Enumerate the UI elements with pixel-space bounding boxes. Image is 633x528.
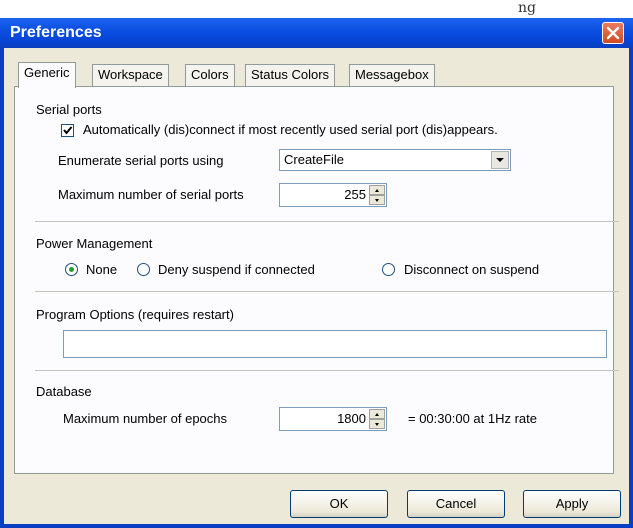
separator	[35, 370, 619, 371]
auto-connect-checkbox[interactable]	[61, 124, 74, 137]
spin-up-button[interactable]	[369, 185, 385, 195]
radio-selected-dot	[69, 267, 74, 272]
tab-generic[interactable]: Generic	[18, 62, 76, 88]
program-options-input[interactable]	[63, 330, 607, 358]
max-epochs-spinbox[interactable]: 1800	[279, 407, 387, 431]
section-serial-ports: Serial ports	[36, 102, 102, 117]
apply-button[interactable]: Apply	[523, 490, 621, 518]
separator	[35, 291, 619, 292]
checkmark-icon	[63, 126, 73, 135]
section-program-options: Program Options (requires restart)	[36, 307, 234, 322]
dropdown-arrow-button[interactable]	[491, 151, 509, 169]
spin-down-button[interactable]	[369, 419, 385, 429]
chevron-down-icon	[496, 158, 504, 162]
tab-status-colors[interactable]: Status Colors	[245, 64, 336, 86]
spin-down-button[interactable]	[369, 195, 385, 205]
ok-button[interactable]: OK	[290, 490, 388, 518]
radio-deny-suspend-label[interactable]: Deny suspend if connected	[158, 262, 315, 278]
max-ports-label: Maximum number of serial ports	[58, 187, 244, 202]
radio-none[interactable]	[65, 263, 78, 276]
tab-messagebox[interactable]: Messagebox	[349, 64, 435, 86]
max-epochs-label: Maximum number of epochs	[63, 411, 228, 426]
radio-disconnect-on-suspend-label[interactable]: Disconnect on suspend	[404, 262, 539, 278]
spin-buttons	[369, 409, 385, 429]
radio-disconnect-on-suspend[interactable]	[382, 263, 395, 276]
radio-none-label[interactable]: None	[86, 262, 117, 278]
enumerate-combobox[interactable]: CreateFile	[279, 149, 511, 171]
background-text-fragment: ng	[518, 0, 536, 16]
arrow-down-icon	[375, 423, 379, 426]
enumerate-value: CreateFile	[284, 152, 344, 167]
preferences-dialog: Preferences Generic Workspace Colors Sta…	[0, 18, 633, 528]
section-database: Database	[36, 384, 92, 399]
cancel-button[interactable]: Cancel	[407, 490, 505, 518]
close-icon	[606, 26, 620, 40]
arrow-up-icon	[375, 413, 379, 416]
tab-workspace[interactable]: Workspace	[92, 64, 169, 86]
arrow-down-icon	[375, 199, 379, 202]
spin-up-button[interactable]	[369, 409, 385, 419]
spin-buttons	[369, 185, 385, 205]
title-bar[interactable]: Preferences	[0, 18, 633, 48]
window-title: Preferences	[10, 24, 102, 41]
background-strip: ng	[0, 0, 633, 18]
separator	[35, 221, 619, 222]
max-epochs-value[interactable]: 1800	[337, 411, 366, 426]
dialog-client-area: Generic Workspace Colors Status Colors M…	[4, 48, 629, 524]
section-power-management: Power Management	[36, 236, 153, 251]
radio-deny-suspend[interactable]	[137, 263, 150, 276]
tab-panel-generic: Serial ports Automatically (dis)connect …	[14, 86, 619, 474]
tab-colors[interactable]: Colors	[185, 64, 235, 86]
arrow-up-icon	[375, 189, 379, 192]
max-ports-spinbox[interactable]: 255	[279, 183, 387, 207]
max-ports-value[interactable]: 255	[344, 187, 366, 202]
auto-connect-label[interactable]: Automatically (dis)connect if most recen…	[83, 122, 498, 138]
close-button[interactable]	[602, 22, 624, 44]
enumerate-label: Enumerate serial ports using	[58, 153, 224, 168]
epochs-duration-info: = 00:30:00 at 1Hz rate	[408, 411, 538, 426]
